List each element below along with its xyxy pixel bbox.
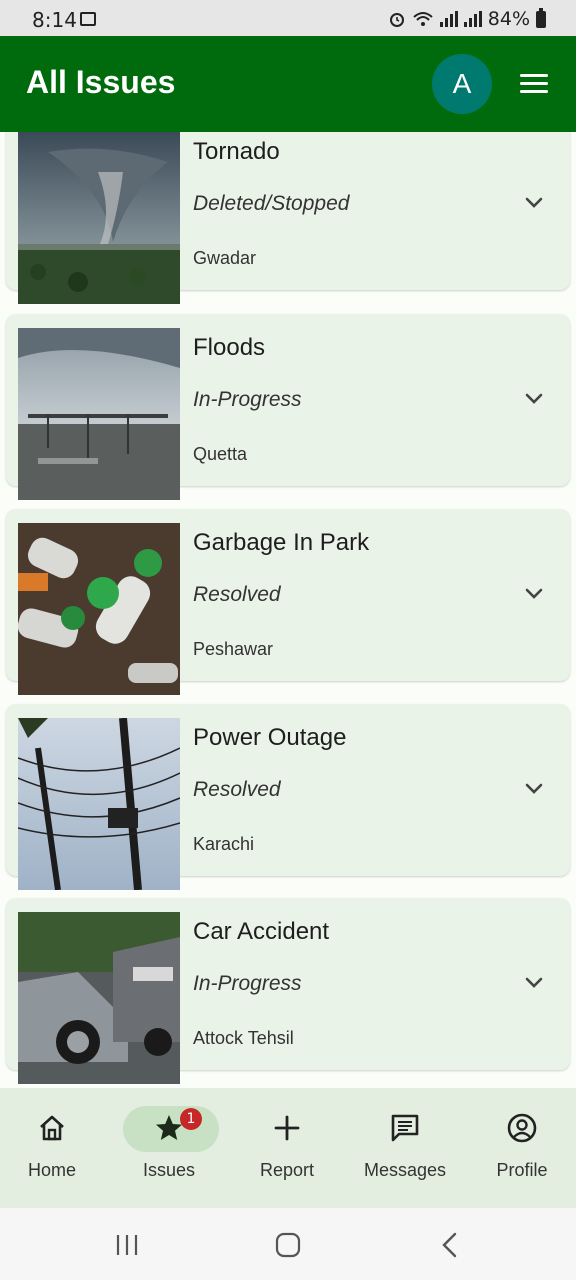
issue-status: In-Progress	[193, 388, 302, 411]
nav-label: Report	[259, 1160, 315, 1180]
issue-title: Power Outage	[193, 724, 347, 751]
plus-icon	[274, 1115, 300, 1141]
status-time: 8:14	[32, 8, 77, 32]
issue-image-tornado	[18, 132, 180, 304]
status-icons: 84%	[388, 7, 546, 30]
nav-label: Profile	[496, 1160, 548, 1180]
issue-card[interactable]: Garbage In Park Resolved Peshawar	[6, 509, 570, 695]
chevron-down-icon[interactable]	[524, 778, 544, 798]
nav-messages[interactable]: Messages	[347, 1088, 463, 1208]
issue-card[interactable]: Tornado Deleted/Stopped Gwadar	[6, 132, 570, 304]
back-icon[interactable]	[438, 1232, 464, 1258]
issue-list[interactable]: Tornado Deleted/Stopped Gwadar Floods In…	[0, 132, 576, 1088]
issue-location: Quetta	[193, 444, 248, 464]
issue-card[interactable]: Car Accident In-Progress Attock Tehsil	[6, 898, 570, 1084]
recent-apps-icon[interactable]	[114, 1232, 140, 1258]
issue-location: Attock Tehsil	[193, 1028, 294, 1048]
issue-location: Gwadar	[193, 248, 257, 268]
issue-card[interactable]: Floods In-Progress Quetta	[6, 314, 570, 500]
issue-title: Garbage In Park	[193, 529, 370, 556]
home-icon	[40, 1115, 64, 1141]
gallery-notification-icon	[80, 12, 96, 26]
signal-icon	[439, 11, 458, 27]
issue-status: Deleted/Stopped	[193, 192, 350, 215]
issue-title: Tornado	[193, 138, 280, 165]
issue-title: Car Accident	[193, 918, 330, 945]
issue-image-car-accident	[18, 912, 180, 1084]
nav-label: Home	[27, 1160, 76, 1180]
nav-label: Messages	[363, 1160, 447, 1180]
chevron-down-icon[interactable]	[524, 583, 544, 603]
signal-icon-2	[463, 11, 482, 27]
message-icon	[391, 1114, 419, 1142]
battery-percent: 84%	[487, 8, 530, 30]
hamburger-menu-icon[interactable]	[520, 74, 548, 94]
issue-location: Karachi	[193, 834, 255, 854]
nav-home[interactable]: Home	[0, 1088, 110, 1208]
wifi-icon	[413, 12, 433, 26]
issue-image-floods	[18, 328, 180, 500]
nav-label: Issues	[142, 1160, 196, 1180]
chevron-down-icon[interactable]	[524, 388, 544, 408]
chevron-down-icon[interactable]	[524, 972, 544, 992]
nav-profile[interactable]: Profile	[464, 1088, 576, 1208]
nav-issues[interactable]: Issues	[111, 1088, 227, 1208]
app-bar: All Issues A	[0, 36, 576, 132]
chevron-down-icon[interactable]	[524, 192, 544, 212]
issue-card[interactable]: Power Outage Resolved Karachi	[6, 704, 570, 890]
account-circle-icon	[507, 1113, 537, 1143]
bottom-navigation: Home Issues 1 Report Messages Profile	[0, 1088, 576, 1208]
issue-status: In-Progress	[193, 972, 302, 995]
page-title: All Issues	[26, 64, 176, 100]
issue-image-garbage	[18, 523, 180, 695]
issue-status: Resolved	[193, 583, 281, 606]
battery-icon	[536, 7, 546, 28]
alarm-icon	[389, 13, 404, 27]
issue-image-power-outage	[18, 718, 180, 890]
status-bar: 8:14 84%	[0, 0, 576, 36]
issue-location: Peshawar	[193, 639, 274, 659]
notification-badge: 1	[180, 1108, 202, 1130]
avatar[interactable]: A	[432, 54, 492, 114]
issue-status: Resolved	[193, 778, 281, 801]
nav-report[interactable]: Report	[229, 1088, 345, 1208]
home-button-icon[interactable]	[275, 1232, 301, 1258]
system-navigation-bar	[0, 1208, 576, 1280]
issue-title: Floods	[193, 334, 266, 361]
